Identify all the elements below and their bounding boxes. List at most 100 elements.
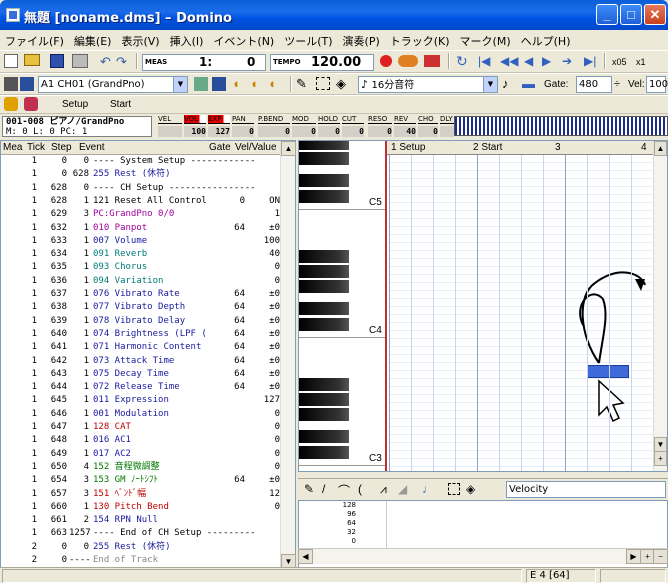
marker-start-button[interactable]: Start [110, 97, 131, 113]
black-key[interactable] [299, 141, 349, 150]
table-row[interactable]: 1 629 3 PC:GrandPno 0/0 1 [1, 209, 281, 220]
scroll-right-icon[interactable]: ▶ [626, 549, 641, 564]
table-row[interactable]: 1 640 1 074 Brightness (LPF (64 ±0 [1, 329, 281, 340]
meter-value-p-bend[interactable]: 0 [258, 126, 290, 137]
black-key[interactable] [299, 280, 349, 293]
menu-insert[interactable]: 挿入(I) [165, 30, 209, 52]
menu-track[interactable]: トラック(K) [385, 30, 455, 52]
table-row[interactable]: 1 642 1 073 Attack Time 64 ±0 [1, 356, 281, 367]
table-row[interactable]: 2 0 ---- End of Track [1, 555, 281, 566]
gate-spinner[interactable]: ÷ [614, 76, 620, 92]
table-row[interactable]: 1 660 1 130 Pitch Bend 0 [1, 502, 281, 513]
loop-icon[interactable]: ↻ [456, 53, 468, 69]
meter-value-vel[interactable] [158, 126, 182, 137]
table-row[interactable]: 1 637 1 076 Vibrato Rate 64 ±0 [1, 289, 281, 300]
pencil-icon[interactable]: ✎ [304, 482, 314, 496]
black-key[interactable] [299, 265, 349, 278]
save-icon[interactable] [50, 54, 64, 68]
menu-tools[interactable]: ツール(T) [279, 30, 337, 52]
black-key[interactable] [299, 393, 349, 406]
meter-value-rev[interactable]: 40 [394, 126, 416, 137]
table-row[interactable]: 1 646 1 001 Modulation 0 [1, 409, 281, 420]
table-row[interactable]: 1 632 1 010 Panpot 64 ±0 [1, 223, 281, 234]
meter-value-exp[interactable]: 127 [208, 126, 230, 137]
piano-keyboard[interactable]: C5 C4 C3 [299, 141, 387, 471]
dotted-note-icon[interactable]: ♪ [502, 76, 509, 92]
eraser-icon[interactable]: ◈ [336, 76, 346, 92]
ruler-measure-3[interactable]: 3 [555, 142, 561, 153]
black-key[interactable] [299, 152, 349, 165]
table-row[interactable]: 1 644 1 072 Release Time 64 ±0 [1, 382, 281, 393]
speed-x05-button[interactable]: x05 [612, 54, 627, 70]
controller-type-select[interactable]: Velocity [506, 481, 666, 498]
ruler-measure-2[interactable]: 2 Start [473, 142, 502, 153]
ruler-measure-1[interactable]: 1 Setup [391, 142, 425, 153]
rewind-start-icon[interactable]: |◀ [478, 53, 490, 69]
record-step-icon[interactable] [398, 55, 418, 67]
menu-view[interactable]: 表示(V) [116, 30, 164, 52]
menu-edit[interactable]: 編集(E) [69, 30, 117, 52]
eraser-icon[interactable]: ◈ [466, 482, 475, 496]
open-folder-icon[interactable] [24, 54, 40, 66]
meter-value-vol[interactable]: 100 [184, 126, 206, 137]
arc-tool-icon[interactable]: ( [358, 482, 362, 496]
menu-play[interactable]: 演奏(P) [338, 30, 385, 52]
meter-value-mod[interactable]: 0 [292, 126, 316, 137]
track-select[interactable]: A1 CH01 (GrandPno) ▼ [38, 76, 188, 93]
meter-value-cut[interactable]: 0 [342, 126, 364, 137]
meter-value-dly[interactable] [440, 126, 454, 137]
track-edit-icon[interactable] [194, 77, 208, 91]
play-icon[interactable]: ▶ [542, 53, 551, 69]
table-row[interactable]: 1 633 1 007 Volume 100 [1, 236, 281, 247]
scroll-down-icon[interactable]: ▼ [654, 437, 667, 452]
maximize-button[interactable]: □ [620, 4, 642, 25]
menu-file[interactable]: ファイル(F) [0, 30, 69, 52]
scroll-up-icon[interactable]: ▲ [654, 141, 667, 156]
table-row[interactable]: 1 654 3 153 GM ﾉｰﾄｼﾌﾄ 64 ±0 [1, 475, 281, 486]
table-row[interactable]: 1 0 0 ---- System Setup ------------ [1, 156, 281, 167]
table-row[interactable]: 1 638 1 077 Vibrato Depth 64 ±0 [1, 302, 281, 313]
select-rect-icon[interactable] [448, 483, 460, 495]
track-list-icon[interactable] [212, 77, 226, 91]
black-key[interactable] [299, 302, 349, 315]
back-icon[interactable]: ◀ [524, 53, 533, 69]
track-prev-icon[interactable] [4, 77, 18, 91]
col-header-mea[interactable]: Mea [3, 141, 22, 155]
pattern-tool-icon[interactable]: ⩘ [380, 482, 387, 497]
table-row[interactable]: 1 636 1 094 Variation 0 [1, 276, 281, 287]
gate-input[interactable]: 480 [576, 76, 612, 93]
note-length-select[interactable]: ♪ 16分音符 ▼ [358, 76, 498, 93]
fast-forward-end-icon[interactable]: ▶| [584, 53, 596, 69]
black-key[interactable] [299, 250, 349, 263]
col-header-step[interactable]: Step [51, 141, 72, 155]
black-key[interactable] [299, 446, 349, 459]
table-row[interactable]: 1 634 1 091 Reverb 40 [1, 249, 281, 260]
table-row[interactable]: 1 649 1 017 AC2 0 [1, 449, 281, 460]
horizontal-scrollbar[interactable]: ◀ ▶ + − [298, 548, 668, 564]
close-button[interactable]: ✕ [644, 4, 666, 25]
rewind-icon[interactable]: ◀◀ [500, 53, 518, 69]
black-key[interactable] [299, 408, 349, 421]
speaker-solo-icon[interactable]: ◖ [268, 76, 276, 92]
col-header-tick[interactable]: Tick [27, 141, 45, 155]
tempo-display[interactable]: TEMPO 120.00 [270, 54, 374, 71]
marker-icon[interactable] [4, 97, 18, 111]
undo-icon[interactable]: ↶ [100, 54, 111, 70]
table-row[interactable]: 1 645 1 011 Expression 127 [1, 395, 281, 406]
col-header-event[interactable]: Event [79, 141, 105, 155]
black-key[interactable] [299, 190, 349, 203]
print-icon[interactable] [72, 54, 88, 68]
mute-icon[interactable] [424, 55, 440, 67]
meter-value-hold[interactable]: 0 [318, 126, 340, 137]
table-row[interactable]: 1 647 1 128 CAT 0 [1, 422, 281, 433]
line-tool-icon[interactable]: / [322, 482, 325, 496]
piano-roll[interactable]: C5 C4 C3 1 Setup 2 Start 3 4 ▲ ▼ + [298, 140, 668, 472]
table-row[interactable]: 1 648 1 016 AC1 0 [1, 435, 281, 446]
table-row[interactable]: 1 628 0 ---- CH Setup ---------------- [1, 183, 281, 194]
black-key[interactable] [299, 318, 349, 331]
table-row[interactable]: 1 657 3 151 ﾍﾞﾝﾄﾞ幅 12 [1, 489, 281, 500]
speed-x1-button[interactable]: x1 [636, 54, 646, 70]
meter-value-reso[interactable]: 0 [368, 126, 392, 137]
forward-icon[interactable]: ➔ [562, 53, 572, 69]
new-file-icon[interactable] [4, 54, 18, 68]
